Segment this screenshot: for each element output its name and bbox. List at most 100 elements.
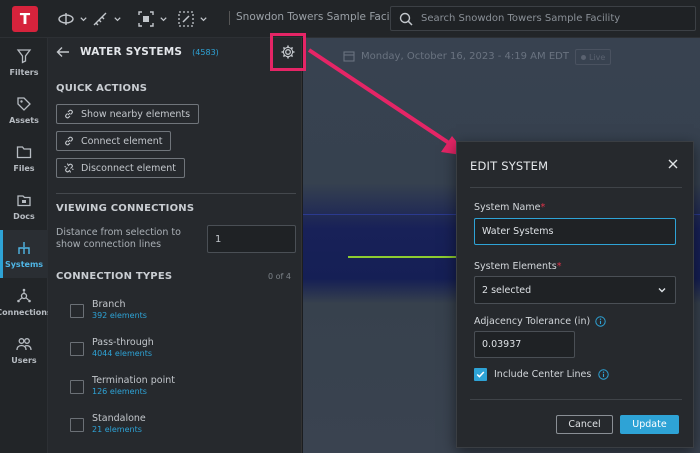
rail-label: Assets: [9, 115, 39, 125]
include-center-lines-row[interactable]: Include Center Lines: [474, 368, 610, 381]
pipe-centerline: [348, 256, 466, 258]
distance-input[interactable]: [207, 225, 296, 253]
quick-actions-title: QUICK ACTIONS: [56, 83, 148, 94]
dialog-divider: [470, 187, 682, 188]
system-name-input[interactable]: [474, 218, 676, 245]
rail-label: Filters: [9, 67, 39, 77]
markup-tool[interactable]: [177, 9, 208, 29]
adjacency-tolerance-label: Adjacency Tolerance (in): [474, 316, 606, 327]
timeline-date[interactable]: Monday, October 16, 2023 - 4:19 AM EDT: [343, 50, 569, 62]
info-icon[interactable]: [595, 316, 606, 327]
search-box[interactable]: [390, 6, 696, 31]
left-rail: Filters Assets Files Docs Systems Connec…: [0, 38, 52, 453]
rail-item-assets[interactable]: Assets: [0, 86, 48, 134]
update-button[interactable]: Update: [620, 415, 679, 434]
connection-type-name: Termination point: [92, 375, 175, 386]
connection-type-name: Branch: [92, 299, 126, 310]
section-divider: [56, 193, 296, 194]
orbit-icon: [58, 13, 74, 25]
include-center-lines-label: Include Center Lines: [494, 369, 592, 380]
button-label: Connect element: [81, 135, 163, 147]
checkmark-icon: [476, 371, 485, 378]
edit-system-dialog: EDIT SYSTEM System Name* System Elements…: [456, 141, 694, 448]
app-logo[interactable]: T: [12, 6, 38, 32]
rail-item-users[interactable]: Users: [0, 326, 48, 374]
connection-type-row[interactable]: Standalone 21 elements: [70, 413, 146, 434]
filter-icon: [16, 48, 32, 64]
connection-type-count: 4044 elements: [92, 349, 153, 358]
adjacency-tolerance-input[interactable]: [474, 331, 575, 358]
connection-type-row[interactable]: Termination point 126 elements: [70, 375, 175, 396]
include-center-lines-checkbox[interactable]: [474, 368, 487, 381]
docs-icon: [17, 194, 31, 206]
connection-type-count: 21 elements: [92, 425, 142, 434]
label-text: System Name: [474, 202, 541, 213]
connect-element-button[interactable]: Connect element: [56, 131, 172, 151]
info-icon[interactable]: [598, 369, 610, 380]
show-nearby-button[interactable]: Show nearby elements: [56, 104, 200, 124]
label-text: Adjacency Tolerance (in): [474, 316, 591, 327]
systems-panel: WATER SYSTEMS (4583) QUICK ACTIONS Show …: [48, 38, 302, 453]
close-button[interactable]: [665, 156, 681, 172]
checkbox[interactable]: [70, 380, 84, 394]
rail-item-docs[interactable]: Docs: [0, 182, 48, 230]
search-icon: [399, 12, 413, 26]
connection-type-name: Standalone: [92, 413, 146, 424]
back-arrow-icon[interactable]: [56, 46, 70, 58]
project-name[interactable]: Snowdon Towers Sample Facility: [236, 11, 406, 23]
panel-title: WATER SYSTEMS: [80, 46, 183, 58]
rail-label: Systems: [4, 259, 44, 269]
checkbox[interactable]: [70, 342, 84, 356]
rail-label: Docs: [13, 211, 35, 221]
rail-label: Connections: [0, 307, 52, 317]
connections-icon: [17, 288, 31, 302]
folder-icon: [16, 145, 32, 158]
unlink-icon: [64, 163, 74, 173]
rail-label: Users: [11, 355, 37, 365]
live-badge[interactable]: Live: [575, 49, 612, 65]
connection-type-row[interactable]: Pass-through 4044 elements: [70, 337, 154, 358]
chevron-down-icon: [200, 16, 207, 21]
date-text: Monday, October 16, 2023 - 4:19 AM EDT: [361, 50, 569, 62]
distance-label: Distance from selection to show connecti…: [56, 227, 181, 250]
search-input[interactable]: [421, 13, 691, 24]
rail-item-systems[interactable]: Systems: [0, 230, 48, 278]
rail-item-filters[interactable]: Filters: [0, 38, 48, 86]
users-icon: [16, 337, 32, 350]
disconnect-element-button[interactable]: Disconnect element: [56, 158, 185, 178]
system-elements-label: System Elements*: [474, 261, 561, 272]
link-icon: [65, 136, 73, 146]
chevron-down-icon: [80, 16, 87, 21]
settings-gear-button[interactable]: [279, 43, 297, 61]
measure-tool[interactable]: [91, 9, 122, 29]
label-text: System Elements: [474, 261, 557, 272]
live-label: Live: [589, 52, 606, 62]
connection-type-row[interactable]: Branch 392 elements: [70, 299, 147, 320]
logo-letter: T: [19, 10, 31, 28]
panel-header: WATER SYSTEMS (4583): [56, 46, 219, 58]
rail-item-files[interactable]: Files: [0, 134, 48, 182]
cancel-button[interactable]: Cancel: [556, 415, 613, 434]
panel-count: (4583): [192, 47, 219, 57]
tag-icon: [17, 96, 31, 111]
link-icon: [65, 109, 73, 119]
section-box-icon: [138, 11, 154, 27]
required-mark: *: [556, 261, 562, 272]
checkbox[interactable]: [70, 304, 84, 318]
measure-icon: [93, 12, 107, 26]
required-mark: *: [540, 202, 546, 213]
connection-type-name: Pass-through: [92, 337, 154, 348]
system-elements-select[interactable]: 2 selected: [474, 276, 676, 304]
rail-item-connections[interactable]: Connections: [0, 278, 52, 326]
orbit-tool[interactable]: [57, 9, 88, 29]
checkbox[interactable]: [70, 418, 84, 432]
button-label: Disconnect element: [81, 162, 176, 174]
close-icon: [668, 159, 678, 169]
connection-type-count: 392 elements: [92, 311, 147, 320]
toolbar-divider: [229, 11, 230, 25]
section-box-tool[interactable]: [137, 9, 168, 29]
systems-icon: [18, 241, 30, 254]
connection-types-count: 0 of 4: [268, 272, 291, 281]
system-name-label: System Name*: [474, 202, 545, 213]
live-dot-icon: [581, 54, 586, 60]
